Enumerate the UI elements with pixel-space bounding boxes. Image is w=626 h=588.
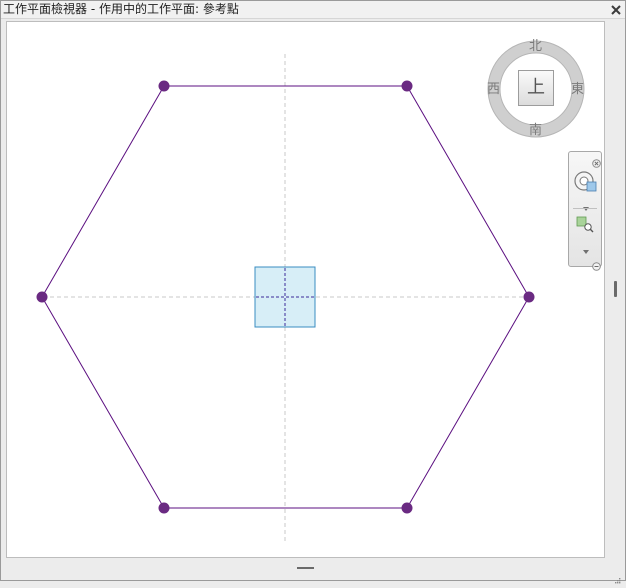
hexagon-vertex[interactable]: [158, 80, 170, 92]
zoom-region-icon[interactable]: [576, 216, 596, 238]
compass-north-label[interactable]: 北: [529, 40, 542, 54]
work-plane-viewer-window: 工作平面檢視器 - 作用中的工作平面: 參考點 北 南 西 東 上: [0, 0, 626, 584]
viewcube[interactable]: 北 南 西 東 上: [482, 37, 590, 145]
viewcube-top-face[interactable]: 上: [518, 70, 554, 106]
resize-grip-icon[interactable]: [613, 569, 621, 584]
hexagon-vertex[interactable]: [36, 291, 48, 303]
hexagon-vertex[interactable]: [523, 291, 535, 303]
close-icon[interactable]: [609, 2, 623, 16]
steering-wheel-icon[interactable]: [573, 170, 599, 198]
navbar-divider: [573, 208, 597, 209]
window-title: 工作平面檢視器 - 作用中的工作平面: 參考點: [3, 2, 239, 16]
hexagon-vertex[interactable]: [401, 80, 413, 92]
compass-east-label[interactable]: 東: [571, 83, 584, 97]
collapse-icon[interactable]: [592, 256, 601, 275]
navigation-bar: [568, 151, 602, 271]
chevron-down-icon[interactable]: [582, 197, 590, 216]
compass-south-label[interactable]: 南: [529, 124, 542, 138]
vertical-scroll-thumb[interactable]: [614, 281, 617, 297]
hexagon-vertex[interactable]: [401, 502, 413, 514]
title-bar[interactable]: 工作平面檢視器 - 作用中的工作平面: 參考點: [1, 1, 625, 19]
horizontal-splitter-handle[interactable]: [297, 567, 314, 569]
compass-west-label[interactable]: 西: [487, 83, 500, 97]
chevron-down-icon[interactable]: [582, 240, 590, 259]
hexagon-vertex[interactable]: [158, 502, 170, 514]
